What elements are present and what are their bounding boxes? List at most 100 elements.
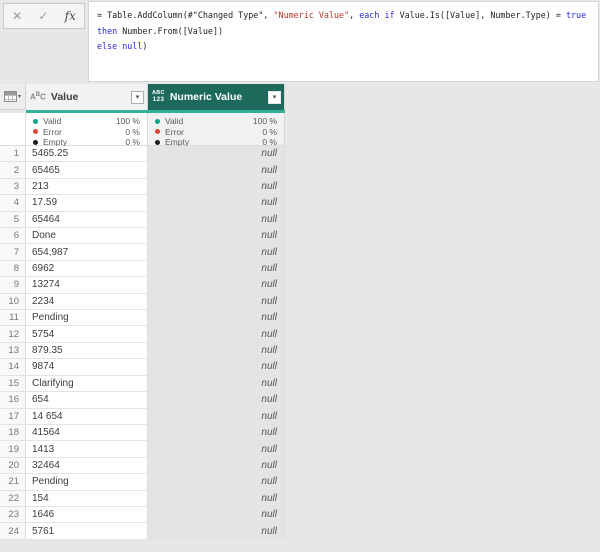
cell-numeric-value[interactable]: null xyxy=(148,376,285,392)
row-number[interactable]: 17 xyxy=(0,409,26,425)
cell-value[interactable]: 65465 xyxy=(26,162,148,178)
column-header-numeric-value[interactable]: ABC123Numeric Value▾ xyxy=(148,84,285,110)
cell-value[interactable]: Done xyxy=(26,228,148,244)
column-header-row: ▾ ABCValue▾ABC123Numeric Value▾ xyxy=(0,84,286,110)
table-row: 16654null xyxy=(0,392,286,408)
cell-numeric-value[interactable]: null xyxy=(148,425,285,441)
cell-numeric-value[interactable]: null xyxy=(148,212,285,228)
cell-numeric-value[interactable]: null xyxy=(148,326,285,342)
row-number[interactable]: 20 xyxy=(0,458,26,474)
cell-value[interactable]: 154 xyxy=(26,491,148,507)
row-number[interactable]: 2 xyxy=(0,162,26,178)
error-dot-icon xyxy=(33,129,38,134)
cell-numeric-value[interactable]: null xyxy=(148,523,285,539)
cell-numeric-value[interactable]: null xyxy=(148,294,285,310)
row-number[interactable]: 9 xyxy=(0,277,26,293)
row-number[interactable]: 24 xyxy=(0,523,26,539)
cell-value[interactable]: 41564 xyxy=(26,425,148,441)
table-icon xyxy=(4,91,17,102)
row-number[interactable]: 14 xyxy=(0,359,26,375)
cell-value[interactable]: 2234 xyxy=(26,294,148,310)
cell-value[interactable]: 5754 xyxy=(26,326,148,342)
cell-value[interactable]: 6962 xyxy=(26,261,148,277)
row-number[interactable]: 1 xyxy=(0,146,26,162)
check-icon[interactable]: ✓ xyxy=(38,10,48,22)
cell-numeric-value[interactable]: null xyxy=(148,179,285,195)
select-all-button[interactable]: ▾ xyxy=(0,84,26,110)
cell-value[interactable]: 1413 xyxy=(26,441,148,457)
row-number[interactable]: 7 xyxy=(0,244,26,260)
row-number[interactable]: 15 xyxy=(0,376,26,392)
row-number[interactable]: 11 xyxy=(0,310,26,326)
cell-numeric-value[interactable]: null xyxy=(148,244,285,260)
cell-numeric-value[interactable]: null xyxy=(148,392,285,408)
row-number[interactable]: 8 xyxy=(0,261,26,277)
row-number[interactable]: 13 xyxy=(0,343,26,359)
column-header-label: Value xyxy=(51,91,131,103)
row-number[interactable]: 19 xyxy=(0,441,26,457)
cell-value[interactable]: 879.35 xyxy=(26,343,148,359)
cell-value[interactable]: 213 xyxy=(26,179,148,195)
filter-dropdown-button[interactable]: ▾ xyxy=(131,91,144,104)
cell-value[interactable]: 1646 xyxy=(26,507,148,523)
quality-line-error: Error0 % xyxy=(155,127,277,138)
table-row: 11Pendingnull xyxy=(0,310,286,326)
cell-numeric-value[interactable]: null xyxy=(148,146,285,162)
cell-numeric-value[interactable]: null xyxy=(148,441,285,457)
cell-value[interactable]: 654,987 xyxy=(26,244,148,260)
cell-value[interactable]: 9874 xyxy=(26,359,148,375)
row-number[interactable]: 10 xyxy=(0,294,26,310)
column-header-value[interactable]: ABC Value▾ xyxy=(26,84,148,110)
cell-value[interactable]: 65464 xyxy=(26,212,148,228)
row-number[interactable]: 22 xyxy=(0,491,26,507)
row-number[interactable]: 16 xyxy=(0,392,26,408)
table-row: 7654,987null xyxy=(0,244,286,260)
cell-value[interactable]: 5465.25 xyxy=(26,146,148,162)
cell-value[interactable]: 14 654 xyxy=(26,409,148,425)
filter-dropdown-button[interactable]: ▾ xyxy=(268,91,281,104)
cell-numeric-value[interactable]: null xyxy=(148,228,285,244)
cell-numeric-value[interactable]: null xyxy=(148,359,285,375)
cell-numeric-value[interactable]: null xyxy=(148,310,285,326)
cell-value[interactable]: 32464 xyxy=(26,458,148,474)
cell-value[interactable]: 5761 xyxy=(26,523,148,539)
formula-line: = Table.AddColumn(#"Changed Type", "Nume… xyxy=(97,8,598,24)
row-number[interactable]: 12 xyxy=(0,326,26,342)
cell-value[interactable]: Pending xyxy=(26,310,148,326)
text-type-icon: ABC xyxy=(30,92,46,102)
cell-value[interactable]: 654 xyxy=(26,392,148,408)
quality-label: Valid xyxy=(165,116,253,126)
cell-numeric-value[interactable]: null xyxy=(148,261,285,277)
row-number[interactable]: 18 xyxy=(0,425,26,441)
cell-numeric-value[interactable]: null xyxy=(148,458,285,474)
valid-dot-icon xyxy=(33,119,38,124)
cell-value[interactable]: 17.59 xyxy=(26,195,148,211)
table-row: 22154null xyxy=(0,491,286,507)
row-number[interactable]: 4 xyxy=(0,195,26,211)
row-number[interactable]: 5 xyxy=(0,212,26,228)
row-number[interactable]: 23 xyxy=(0,507,26,523)
column-header-label: Numeric Value xyxy=(170,91,268,103)
row-number[interactable]: 6 xyxy=(0,228,26,244)
cell-value[interactable]: Clarifying xyxy=(26,376,148,392)
cell-value[interactable]: Pending xyxy=(26,474,148,490)
cell-numeric-value[interactable]: null xyxy=(148,474,285,490)
row-number[interactable]: 3 xyxy=(0,179,26,195)
formula-token: , xyxy=(349,10,359,20)
any-type-icon-bottom: 123 xyxy=(153,97,165,104)
cell-numeric-value[interactable]: null xyxy=(148,507,285,523)
chevron-down-icon: ▾ xyxy=(18,93,21,100)
cell-numeric-value[interactable]: null xyxy=(148,195,285,211)
formula-input[interactable]: = Table.AddColumn(#"Changed Type", "Nume… xyxy=(88,1,599,82)
formula-token: else xyxy=(97,41,117,51)
row-number[interactable]: 21 xyxy=(0,474,26,490)
table-body: 15465.25null265465null3213null417.59null… xyxy=(0,146,286,540)
cancel-icon[interactable]: ✕ xyxy=(12,10,22,22)
cell-numeric-value[interactable]: null xyxy=(148,343,285,359)
cell-numeric-value[interactable]: null xyxy=(148,277,285,293)
cell-numeric-value[interactable]: null xyxy=(148,162,285,178)
cell-numeric-value[interactable]: null xyxy=(148,491,285,507)
cell-numeric-value[interactable]: null xyxy=(148,409,285,425)
cell-value[interactable]: 13274 xyxy=(26,277,148,293)
quality-label: Error xyxy=(43,127,125,137)
